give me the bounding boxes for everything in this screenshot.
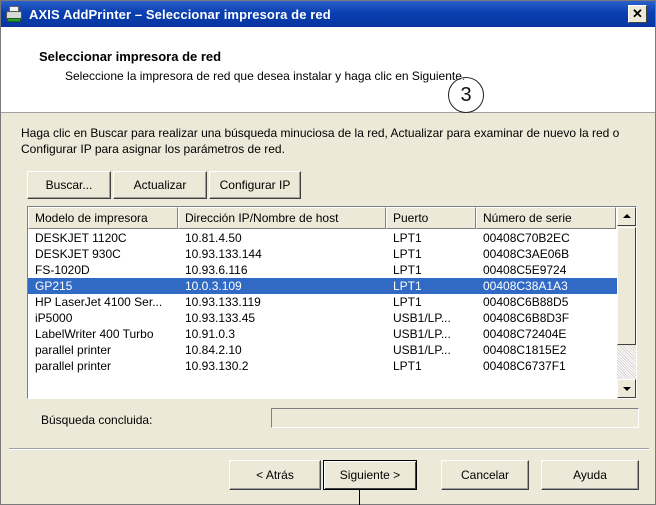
cell-port: LPT1: [393, 359, 422, 373]
table-row[interactable]: GP215 10.0.3.109 LPT1 00408C38A1A3: [28, 278, 617, 294]
table-row[interactable]: DESKJET 930C 10.93.133.144 LPT1 00408C3AE06…: [28, 246, 617, 262]
scroll-up-button[interactable]: [617, 207, 636, 226]
title-bar[interactable]: AXIS AddPrinter – Seleccionar impresora …: [1, 1, 655, 27]
table-row[interactable]: DESKJET 1120C 10.81.4.50 LPT1 00408C70B2EC: [28, 230, 617, 246]
scroll-down-button[interactable]: [617, 379, 636, 398]
cell-address: 10.84.2.10: [185, 343, 242, 357]
scrollbar-track[interactable]: [617, 346, 636, 379]
arrow-down-icon: [623, 387, 631, 391]
column-header-address[interactable]: Dirección IP/Nombre de host: [178, 207, 386, 229]
printer-list[interactable]: Modelo de impresora Dirección IP/Nombre …: [27, 206, 637, 399]
search-status-label: Búsqueda concluida:: [41, 413, 153, 427]
cell-serial: 00408C6B88D5: [483, 295, 569, 309]
list-header: Modelo de impresora Dirección IP/Nombre …: [28, 207, 616, 229]
cell-model: FS-1020D: [35, 263, 90, 277]
cell-port: LPT1: [393, 247, 422, 261]
configure-ip-button[interactable]: Configurar IP: [209, 171, 301, 199]
page-title: Seleccionar impresora de red: [39, 49, 222, 64]
cell-model: HP LaserJet 4100 Ser...: [35, 295, 163, 309]
cell-port: USB1/LP...: [393, 311, 451, 325]
step-marker: 3: [448, 77, 484, 113]
cell-serial: 00408C3AE06B: [483, 247, 570, 261]
cell-port: USB1/LP...: [393, 327, 451, 341]
window-title: AXIS AddPrinter – Seleccionar impresora …: [29, 6, 331, 22]
wizard-header: Seleccionar impresora de red Seleccione …: [1, 27, 655, 113]
cell-serial: 00408C70B2EC: [483, 231, 570, 245]
page-subtitle: Seleccione la impresora de red que desea…: [65, 69, 466, 83]
column-header-port[interactable]: Puerto: [386, 207, 476, 229]
table-row[interactable]: parallel printer 10.93.130.2 LPT1 00408C673…: [28, 358, 617, 374]
cell-serial: 00408C1815E2: [483, 343, 567, 357]
arrow-up-icon: [623, 214, 631, 218]
refresh-button[interactable]: Actualizar: [113, 171, 207, 199]
table-row[interactable]: LabelWriter 400 Turbo 10.91.0.3 USB1/LP...…: [28, 326, 617, 342]
scrollbar-thumb[interactable]: [617, 227, 636, 345]
instructions-text: Haga clic en Buscar para realizar una bú…: [21, 126, 620, 156]
cell-address: 10.81.4.50: [185, 231, 242, 245]
cell-model: DESKJET 1120C: [35, 231, 127, 245]
cell-port: LPT1: [393, 263, 422, 277]
search-progress-bar: [271, 408, 639, 428]
cell-serial: 00408C38A1A3: [483, 279, 568, 293]
cell-address: 10.93.130.2: [185, 359, 249, 373]
next-button[interactable]: Siguiente >: [323, 460, 417, 490]
table-row[interactable]: FS-1020D 10.93.6.116 LPT1 00408C5E9724: [28, 262, 617, 278]
cell-serial: 00408C6B8D3F: [483, 311, 570, 325]
cell-serial: 00408C72404E: [483, 327, 567, 341]
cell-model: parallel printer: [35, 343, 112, 357]
back-button[interactable]: < Atrás: [229, 460, 321, 490]
cell-address: 10.93.133.119: [185, 295, 261, 309]
help-button[interactable]: Ayuda: [541, 460, 639, 490]
cell-address: 10.91.0.3: [185, 327, 236, 341]
cell-serial: 00408C5E9724: [483, 263, 567, 277]
cell-model: LabelWriter 400 Turbo: [35, 327, 154, 341]
cell-model: DESKJET 930C: [35, 247, 121, 261]
table-row[interactable]: HP LaserJet 4100 Ser... 10.93.133.119 LPT1…: [28, 294, 617, 310]
cell-address: 10.93.133.45: [185, 311, 256, 325]
cell-address: 10.93.6.116: [185, 263, 248, 277]
cell-port: LPT1: [393, 295, 422, 309]
list-rows: DESKJET 1120C 10.81.4.50 LPT1 00408C70B2EC D…: [28, 230, 617, 374]
cell-serial: 00408C6737F1: [483, 359, 566, 373]
column-header-serial[interactable]: Número de serie: [476, 207, 616, 229]
cell-model: parallel printer: [35, 359, 112, 373]
cell-port: LPT1: [393, 231, 422, 245]
close-button[interactable]: ✕: [628, 5, 647, 23]
cell-model: GP215: [35, 279, 73, 293]
cell-address: 10.0.3.109: [185, 279, 242, 293]
cell-address: 10.93.133.144: [185, 247, 262, 261]
vertical-scrollbar[interactable]: [617, 207, 636, 398]
cell-model: iP5000: [35, 311, 73, 325]
search-button[interactable]: Buscar...: [27, 171, 111, 199]
table-row[interactable]: parallel printer 10.84.2.10 USB1/LP... 0040…: [28, 342, 617, 358]
add-printer-dialog: AXIS AddPrinter – Seleccionar impresora …: [0, 0, 656, 505]
cell-port: LPT1: [393, 279, 422, 293]
column-header-model[interactable]: Modelo de impresora: [28, 207, 178, 229]
cancel-button[interactable]: Cancelar: [441, 460, 529, 490]
cell-port: USB1/LP...: [393, 343, 451, 357]
callout-line: [359, 490, 360, 505]
printer-app-icon: [5, 5, 23, 23]
footer-divider: [9, 448, 649, 450]
table-row[interactable]: iP5000 10.93.133.45 USB1/LP... 00408C6B8D3F: [28, 310, 617, 326]
